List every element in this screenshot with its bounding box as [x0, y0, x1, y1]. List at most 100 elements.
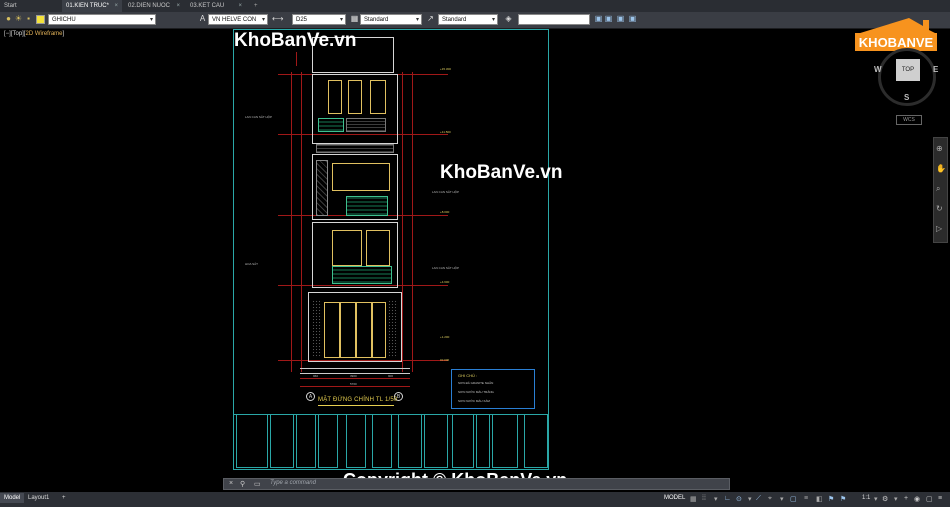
dim-text: 3900: [350, 374, 357, 378]
tab-start[interactable]: Start: [0, 0, 60, 12]
customize-icon[interactable]: ⚲: [240, 480, 245, 488]
compass-east[interactable]: E: [933, 65, 938, 74]
title-block-cell: [346, 414, 366, 468]
new-tab-button[interactable]: +: [250, 0, 262, 12]
tab-label: Start: [4, 3, 17, 9]
notes-box: GHI CHÚ : SƠN ĐÁ GRANITE NHÂN SƠN NƯỚC M…: [451, 369, 535, 409]
tab-kien-truc[interactable]: 01.KIEN TRUC* ×: [62, 0, 122, 12]
chevron-down-icon[interactable]: ▾: [748, 495, 752, 503]
balcony-railing: [318, 118, 344, 132]
text-style-dropdown[interactable]: VN HELVE CON ▾: [208, 14, 268, 25]
tab-dien-nuoc[interactable]: 02.DIEN NUOC ×: [124, 0, 184, 12]
chevron-down-icon[interactable]: ▾: [714, 495, 718, 503]
close-icon[interactable]: ×: [238, 0, 242, 12]
title-block-cell: [524, 414, 548, 468]
transparency-icon[interactable]: ◧: [816, 495, 823, 503]
chevron-down-icon[interactable]: ▾: [894, 495, 898, 503]
title-block-cell: [236, 414, 268, 468]
snap-mode-icon[interactable]: ⁞⁞: [702, 495, 706, 502]
command-line[interactable]: × ⚲ ▭ Type a command: [223, 478, 730, 490]
text-style-value: VN HELVE CON: [212, 17, 257, 23]
layer-value: GHICHU: [52, 17, 76, 23]
title-block-cell: [398, 414, 422, 468]
multileader-style-icon[interactable]: ↗: [426, 14, 435, 24]
model-space-toggle[interactable]: MODEL: [664, 495, 685, 501]
plus-icon[interactable]: +: [904, 495, 908, 502]
dimension-line: [412, 72, 413, 372]
settings-icon[interactable]: ▣: [628, 14, 637, 24]
grid-axis-a: A: [306, 392, 315, 401]
compass-south[interactable]: S: [904, 93, 909, 102]
object-snap-tracking-icon[interactable]: ⌖: [768, 495, 772, 503]
steering-wheel-icon[interactable]: ⊕: [936, 144, 945, 153]
dimension-line: [300, 378, 410, 379]
layout1-tab[interactable]: Layout1: [24, 493, 53, 503]
customization-menu-icon[interactable]: ≡: [938, 495, 942, 502]
lightbulb-icon[interactable]: ●: [4, 14, 13, 24]
brand-logo: KHOBANVE: [851, 14, 939, 54]
table-style-dropdown[interactable]: Standard ▾: [360, 14, 422, 25]
tab-ket-cau[interactable]: 03.KET CAU ×: [186, 0, 246, 12]
window: [332, 163, 390, 191]
title-block-cell: [476, 414, 490, 468]
dim-style-dropdown[interactable]: D25 ▾: [292, 14, 346, 25]
clean-screen-icon[interactable]: ▢: [926, 495, 933, 503]
multileader-style-dropdown[interactable]: Standard ▾: [438, 14, 498, 25]
stone-column: [388, 300, 398, 358]
sun-icon[interactable]: ☀: [14, 14, 23, 24]
dim-style-value: D25: [296, 17, 308, 23]
search-input[interactable]: [518, 14, 590, 25]
dim-style-icon[interactable]: ⟷: [272, 14, 283, 24]
isolate-objects-icon[interactable]: ◉: [914, 495, 920, 503]
command-history-icon[interactable]: ▭: [254, 480, 261, 488]
chevron-down-icon[interactable]: ▾: [874, 495, 878, 503]
level-label: ±0.000: [440, 358, 450, 362]
text-style-icon[interactable]: A: [198, 14, 207, 24]
door-mullion: [355, 302, 357, 358]
object-snap-icon[interactable]: ▢: [790, 495, 797, 503]
house-logo-icon: KHOBANVE: [855, 18, 937, 51]
window: [366, 230, 390, 266]
layer-dropdown[interactable]: GHICHU ▾: [48, 14, 156, 25]
model-layout-tab[interactable]: Model: [0, 493, 25, 503]
match-properties-icon[interactable]: ◈: [504, 14, 513, 24]
visual-style-label[interactable]: 2D Wireframe: [26, 31, 63, 37]
table-style-icon[interactable]: ▦: [350, 14, 359, 24]
annotation-scale[interactable]: 1:1: [862, 495, 870, 501]
add-layout-button[interactable]: +: [58, 493, 70, 503]
viewcube-top-face[interactable]: TOP: [896, 59, 920, 81]
dim-text: 5760: [350, 382, 357, 386]
lock-icon[interactable]: ▪: [24, 14, 33, 24]
orbit-icon[interactable]: ↻: [936, 204, 945, 213]
pan-icon[interactable]: ✋: [936, 164, 946, 173]
gear-icon[interactable]: ⚙: [882, 495, 888, 503]
brick-panel: [346, 118, 386, 132]
command-input[interactable]: Type a command: [270, 480, 316, 486]
lineweight-icon[interactable]: ≡: [804, 495, 808, 502]
chevron-down-icon[interactable]: ▾: [780, 495, 784, 503]
auto-scale-icon[interactable]: ⚑: [840, 495, 846, 503]
polar-tracking-icon[interactable]: ⊙: [736, 495, 742, 503]
wcs-menu[interactable]: WCS: [896, 115, 922, 125]
tab-label: 03.KET CAU: [190, 3, 225, 9]
close-icon[interactable]: ×: [176, 0, 180, 12]
tab-label: 02.DIEN NUOC: [128, 3, 171, 9]
ortho-icon[interactable]: ∟: [724, 495, 731, 502]
grid-display-icon[interactable]: ▦: [690, 495, 697, 503]
note-item: SƠN NƯỚC MÀU XÁM: [458, 399, 490, 403]
view-icon[interactable]: ▣: [616, 14, 625, 24]
callout-note: LAN CAN SẮT HỘP: [245, 115, 272, 119]
dimension-line: [402, 72, 403, 372]
viewport-controls[interactable]: [−][Top][2D Wireframe]: [4, 31, 64, 37]
close-icon[interactable]: ×: [229, 480, 233, 487]
workspace-icon[interactable]: ▣: [594, 14, 603, 24]
grid-icon[interactable]: ▣: [604, 14, 613, 24]
dim-text: 900: [388, 374, 394, 378]
compass-west[interactable]: W: [874, 65, 882, 74]
close-icon[interactable]: ×: [114, 0, 118, 12]
showmotion-icon[interactable]: ▷: [936, 224, 945, 233]
isodraft-icon[interactable]: ⟋: [756, 495, 761, 503]
table-style-value: Standard: [364, 17, 389, 23]
zoom-icon[interactable]: ⌕: [936, 184, 945, 193]
annotation-visibility-icon[interactable]: ⚑: [828, 495, 834, 503]
